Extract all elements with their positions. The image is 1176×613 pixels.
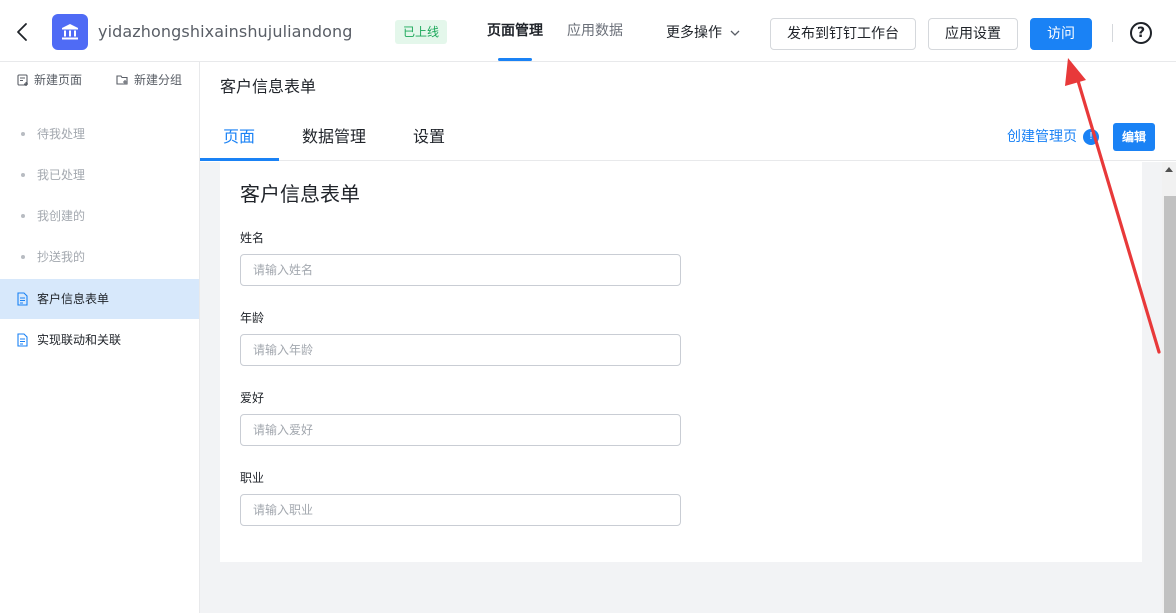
- age-input[interactable]: [240, 334, 681, 366]
- more-operations-menu[interactable]: 更多操作: [666, 24, 740, 42]
- bullet-icon: [21, 255, 25, 259]
- top-header: yidazhongshixainshujuliandong 已上线 页面管理 应…: [0, 0, 1176, 62]
- sidebar-item-label: 我已处理: [37, 168, 86, 182]
- chevron-left-icon: [17, 23, 27, 41]
- form-card: 客户信息表单 姓名 年龄 爱好 职业: [220, 162, 1142, 562]
- field-label-name: 姓名: [240, 231, 265, 245]
- nav-tab-page-management[interactable]: 页面管理: [487, 22, 543, 40]
- form-preview-canvas: 客户信息表单 姓名 年龄 爱好 职业: [200, 162, 1162, 613]
- tab-settings[interactable]: 设置: [413, 127, 445, 147]
- sidebar-item-label: 实现联动和关联: [37, 333, 122, 347]
- info-icon[interactable]: !: [1083, 129, 1099, 145]
- sidebar-item-created[interactable]: 我创建的: [0, 196, 199, 236]
- new-page-button[interactable]: 新建页面: [17, 72, 82, 88]
- sidebar-item-cc[interactable]: 抄送我的: [0, 237, 199, 277]
- back-button[interactable]: [12, 20, 32, 44]
- field-label-occupation: 职业: [240, 471, 265, 485]
- app-window: yidazhongshixainshujuliandong 已上线 页面管理 应…: [0, 0, 1176, 613]
- tab-data-management[interactable]: 数据管理: [302, 127, 366, 147]
- content-tabs: 页面 数据管理 设置 创建管理页 ! 编辑: [200, 113, 1176, 161]
- app-settings-button[interactable]: 应用设置: [928, 18, 1018, 50]
- sidebar: 新建页面 新建分组 待我处理 我已处理 我创建的 抄送我的 客户信息表单 实现联…: [0, 62, 200, 613]
- visit-button[interactable]: 访问: [1030, 18, 1092, 50]
- sidebar-item-label: 我创建的: [37, 209, 86, 223]
- more-operations-label: 更多操作: [666, 25, 722, 41]
- sidebar-item-label: 待我处理: [37, 127, 86, 141]
- name-input[interactable]: [240, 254, 681, 286]
- bullet-icon: [21, 132, 25, 136]
- sidebar-item-processed[interactable]: 我已处理: [0, 155, 199, 195]
- sidebar-item-pending[interactable]: 待我处理: [0, 114, 199, 154]
- sidebar-item-customer-form[interactable]: 客户信息表单: [0, 279, 199, 319]
- bank-icon: [62, 24, 78, 40]
- form-title: 客户信息表单: [240, 182, 360, 206]
- new-page-icon: [17, 74, 28, 86]
- bullet-icon: [21, 214, 25, 218]
- vertical-scrollbar[interactable]: [1162, 162, 1176, 613]
- scroll-up-arrow-icon[interactable]: [1165, 167, 1173, 172]
- sidebar-item-label: 客户信息表单: [37, 292, 110, 306]
- edit-button[interactable]: 编辑: [1113, 123, 1155, 151]
- tab-active-indicator: [200, 158, 279, 161]
- nav-active-indicator: [498, 58, 532, 61]
- field-label-hobby: 爱好: [240, 391, 265, 405]
- hobby-input[interactable]: [240, 414, 681, 446]
- new-folder-icon: [116, 75, 128, 85]
- nav-tab-app-data[interactable]: 应用数据: [567, 22, 623, 40]
- status-badge: 已上线: [395, 20, 448, 44]
- sidebar-actions: 新建页面 新建分组: [0, 62, 199, 98]
- publish-dingtalk-button[interactable]: 发布到钉钉工作台: [770, 18, 916, 50]
- app-name: yidazhongshixainshujuliandong: [98, 22, 353, 41]
- header-divider: [1112, 24, 1113, 42]
- create-admin-page-link[interactable]: 创建管理页: [1007, 128, 1077, 146]
- page-title: 客户信息表单: [220, 77, 317, 96]
- new-group-label: 新建分组: [134, 73, 183, 87]
- sidebar-item-linkage[interactable]: 实现联动和关联: [0, 320, 199, 360]
- app-logo: [52, 14, 88, 50]
- document-icon: [17, 292, 28, 306]
- document-icon: [17, 333, 28, 347]
- chevron-down-icon: [730, 30, 740, 36]
- tab-page[interactable]: 页面: [223, 127, 255, 147]
- bullet-icon: [21, 173, 25, 177]
- sidebar-item-label: 抄送我的: [37, 250, 86, 264]
- scrollbar-thumb[interactable]: [1164, 196, 1176, 613]
- field-label-age: 年龄: [240, 311, 265, 325]
- new-page-label: 新建页面: [34, 73, 83, 87]
- new-group-button[interactable]: 新建分组: [116, 72, 182, 88]
- occupation-input[interactable]: [240, 494, 681, 526]
- question-circle-icon[interactable]: ?: [1130, 22, 1152, 44]
